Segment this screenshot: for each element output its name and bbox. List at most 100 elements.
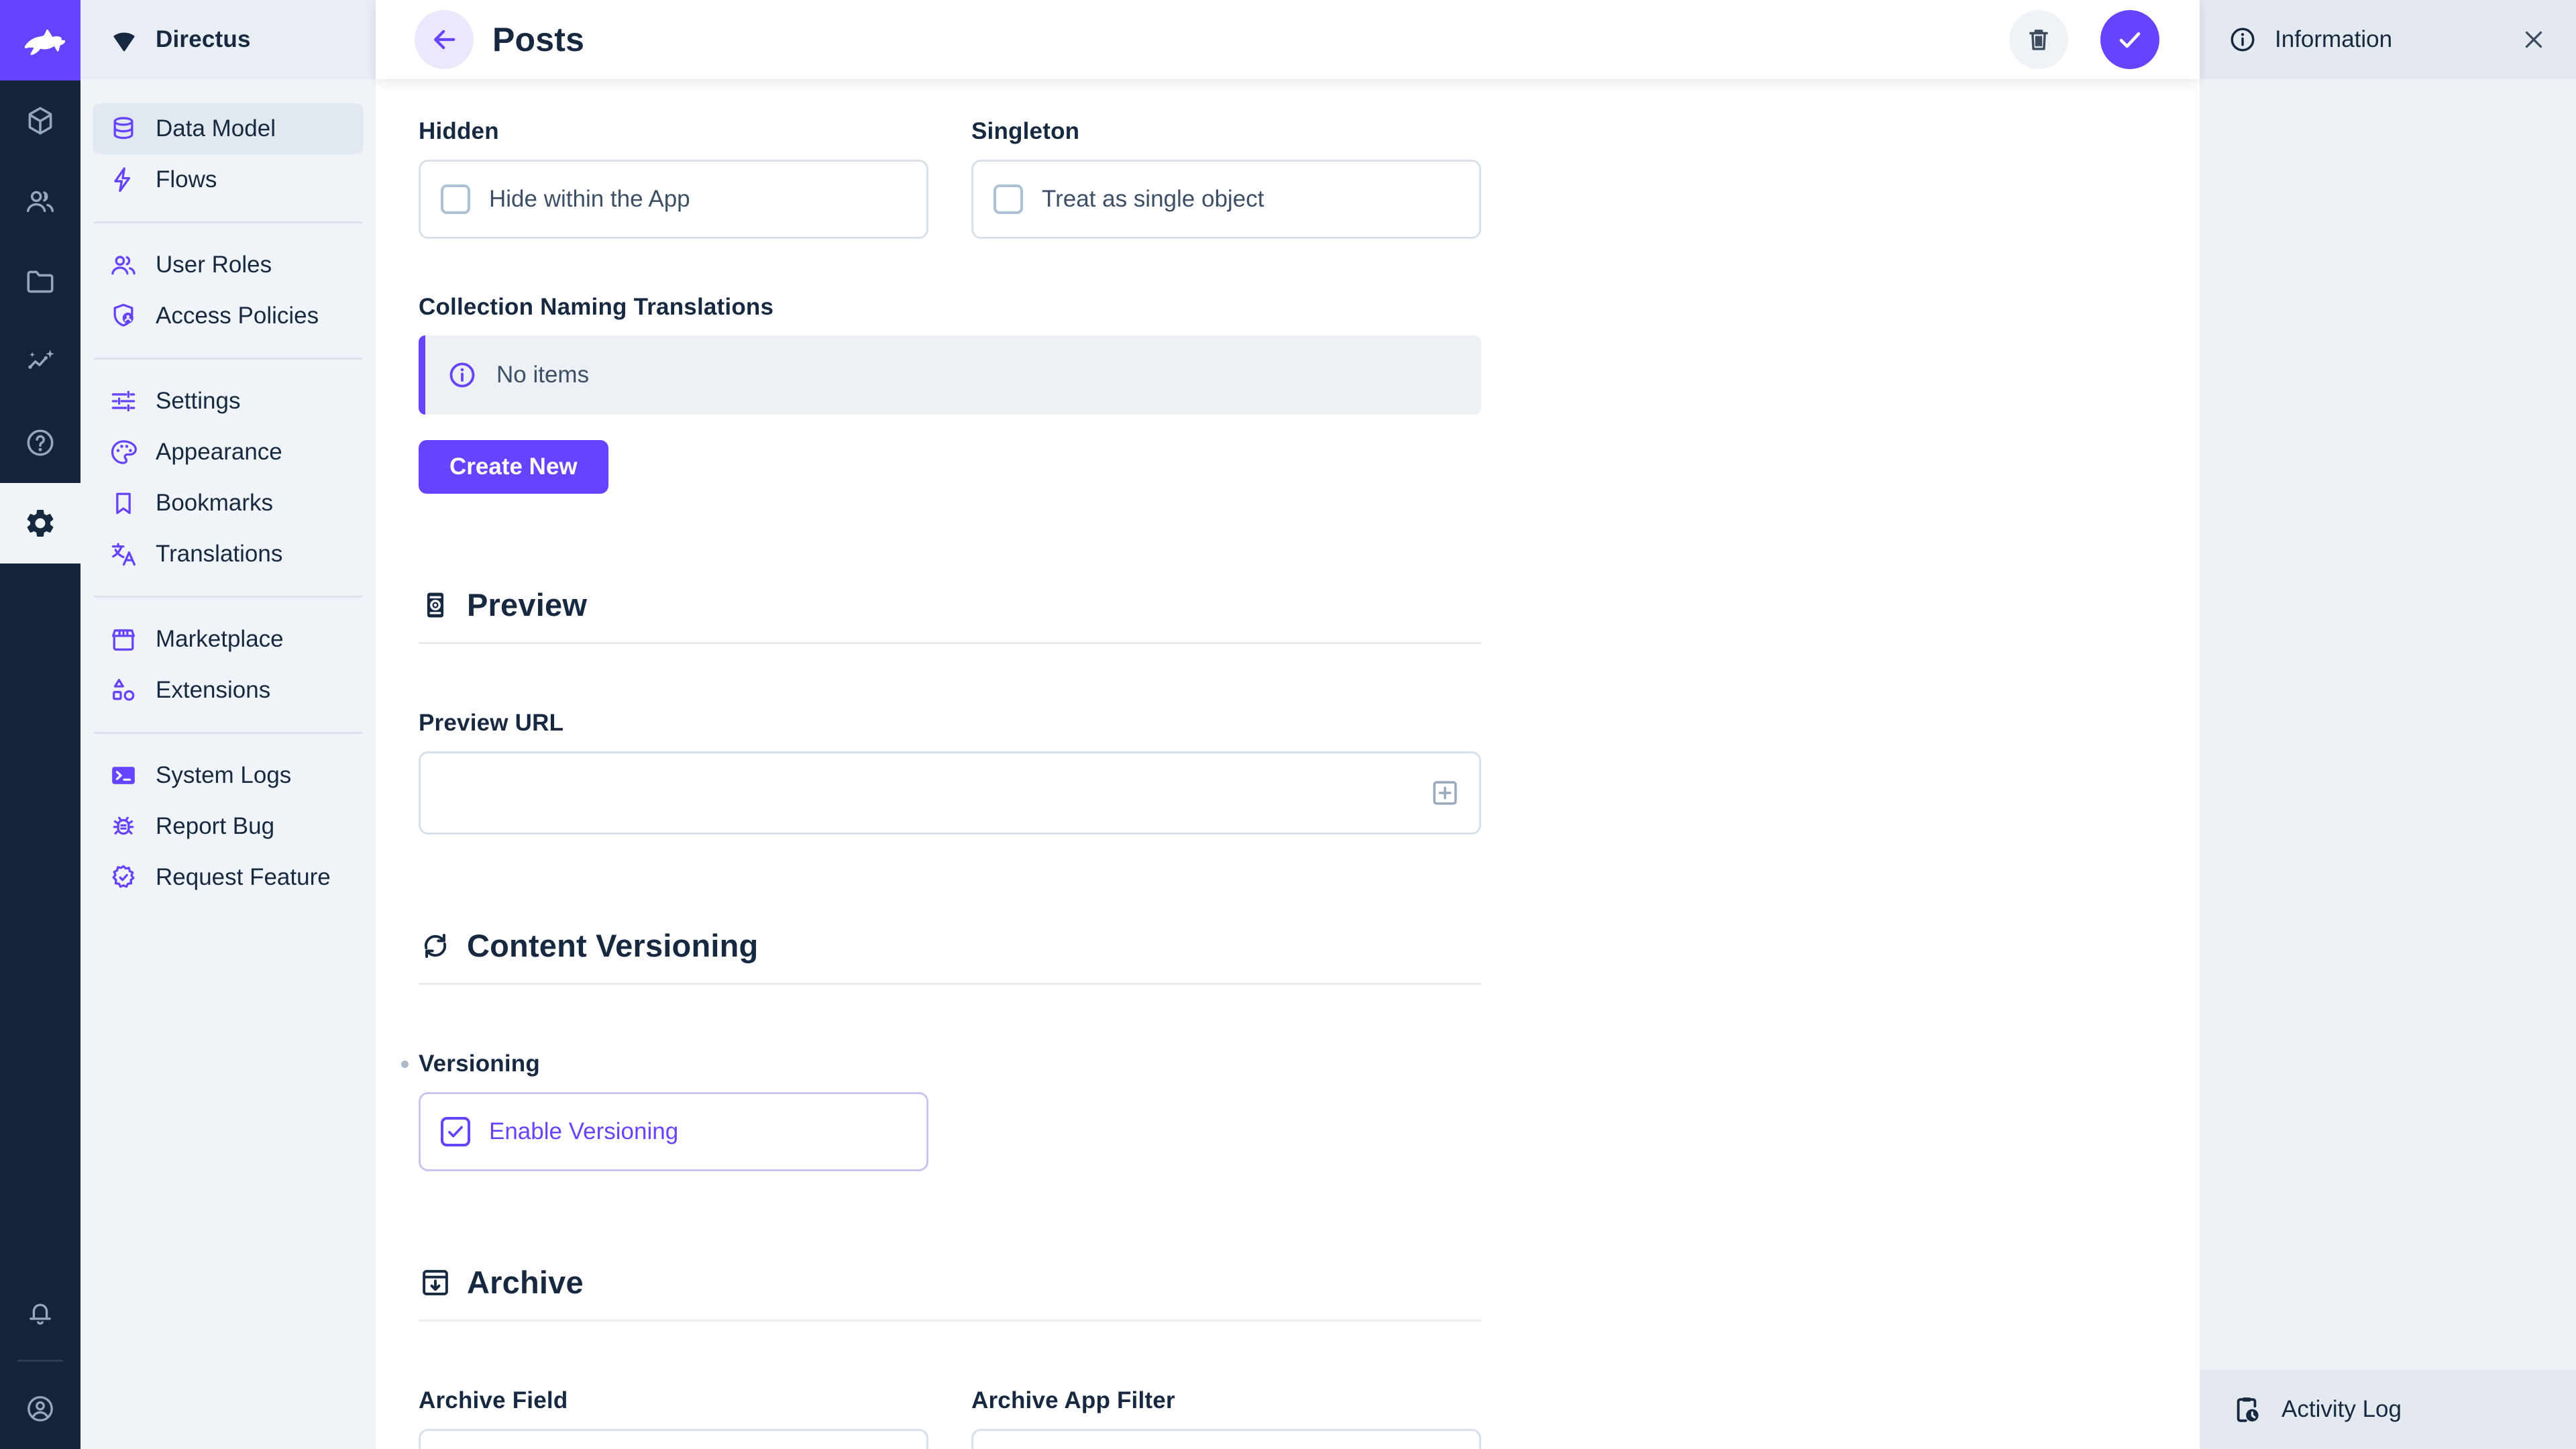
info-sidebar-body: [2200, 79, 2576, 1370]
naming-translations-field: Collection Naming Translations No items …: [419, 294, 1481, 494]
sidebar-item-flows[interactable]: Flows: [93, 154, 364, 205]
save-button[interactable]: [2100, 10, 2159, 69]
arrow-left-icon: [429, 24, 460, 55]
hidden-checkbox[interactable]: Hide within the App: [419, 160, 928, 239]
sidebar-item-label: Access Policies: [156, 303, 319, 329]
preview-section-head: Preview: [419, 586, 1481, 623]
users-icon: [23, 184, 57, 218]
sidebar-item-appearance[interactable]: Appearance: [93, 427, 364, 478]
bolt-icon: [109, 165, 138, 195]
versioning-label: Versioning: [419, 1051, 1481, 1077]
directus-logo[interactable]: [0, 0, 80, 80]
hidden-singleton-row: Hidden Hide within the App Singleton Tre…: [419, 118, 2200, 239]
checkbox-label: Enable Versioning: [489, 1118, 678, 1145]
shield-person-icon: [109, 301, 138, 331]
archive-section-head: Archive: [419, 1264, 1481, 1301]
archive-app-filter-label: Archive App Filter: [971, 1387, 1481, 1414]
info-circle-icon: [2228, 25, 2257, 54]
new-releases-icon: [109, 863, 138, 892]
info-circle-icon: [447, 360, 478, 390]
collection-settings-form: Hidden Hide within the App Singleton Tre…: [376, 79, 2200, 1449]
sidebar-item-label: Marketplace: [156, 626, 284, 653]
docs-module[interactable]: [0, 402, 80, 483]
project-bar[interactable]: Directus: [80, 0, 376, 79]
info-sidebar-header: Information: [2200, 0, 2576, 79]
section-title: Archive: [467, 1264, 584, 1301]
sidebar-item-access-policies[interactable]: Access Policies: [93, 290, 364, 341]
enable-versioning-checkbox[interactable]: Enable Versioning: [419, 1092, 928, 1171]
sidebar-item-system-logs[interactable]: System Logs: [93, 750, 364, 801]
module-spacer: [0, 564, 80, 1273]
help-icon: [23, 426, 57, 460]
preview-url-input[interactable]: [419, 751, 1481, 835]
sidebar-item-extensions[interactable]: Extensions: [93, 665, 364, 716]
hidden-label: Hidden: [419, 118, 928, 145]
tune-icon: [109, 386, 138, 416]
palette-icon: [109, 437, 138, 467]
sidebar-item-label: Extensions: [156, 677, 270, 704]
archive-field: Archive Field Choose a field...: [419, 1322, 928, 1449]
archive-row: Archive Field Choose a field... Archive …: [419, 1322, 1481, 1449]
archive-app-filter-field: Archive App Filter Enable App Archive Fi…: [971, 1322, 1481, 1449]
delete-collection-button[interactable]: [2009, 10, 2068, 69]
add-field-plus-icon[interactable]: [1428, 776, 1462, 810]
section-rule: [419, 983, 1481, 985]
sidebar-item-data-model[interactable]: Data Model: [93, 103, 364, 154]
close-sidebar-button[interactable]: [2520, 25, 2548, 54]
sidebar-item-translations[interactable]: Translations: [93, 529, 364, 580]
info-sidebar-title: Information: [2275, 26, 2502, 53]
translate-icon: [109, 539, 138, 569]
archive-icon: [419, 1266, 452, 1299]
content-module[interactable]: [0, 80, 80, 161]
notifications-button[interactable]: [0, 1273, 80, 1353]
section-rule: [419, 642, 1481, 644]
checkbox-icon: [441, 184, 470, 214]
module-list: [0, 80, 80, 564]
hidden-field: Hidden Hide within the App: [419, 118, 928, 239]
versioning-section-head: Content Versioning: [419, 927, 1481, 964]
sidebar-item-settings[interactable]: Settings: [93, 376, 364, 427]
files-module[interactable]: [0, 241, 80, 322]
account-icon: [24, 1393, 56, 1425]
project-fan-icon: [109, 24, 140, 55]
content-versioning-section: Content Versioning Versioning Enable Ver…: [419, 927, 1481, 1171]
create-new-button[interactable]: Create New: [419, 440, 608, 494]
no-items-notice: No items: [419, 335, 1481, 415]
archive-field-select[interactable]: Choose a field...: [419, 1429, 928, 1449]
sidebar-item-label: Translations: [156, 541, 282, 568]
section-title: Preview: [467, 586, 587, 623]
clipboard-clock-icon: [2231, 1393, 2263, 1426]
activity-log-label: Activity Log: [2282, 1396, 2402, 1423]
no-items-text: No items: [496, 362, 589, 388]
folder-icon: [23, 265, 57, 299]
check-icon: [2114, 24, 2145, 55]
sidebar-item-report-bug[interactable]: Report Bug: [93, 801, 364, 852]
info-sidebar: Information Activity Log: [2200, 0, 2576, 1449]
preview-icon: [419, 588, 452, 622]
account-button[interactable]: [0, 1368, 80, 1449]
sidebar-item-bookmarks[interactable]: Bookmarks: [93, 478, 364, 529]
sidebar-item-marketplace[interactable]: Marketplace: [93, 614, 364, 665]
module-bottom: [0, 1273, 80, 1449]
insights-module[interactable]: [0, 322, 80, 402]
activity-log-button[interactable]: Activity Log: [2200, 1370, 2576, 1449]
sidebar-item-request-feature[interactable]: Request Feature: [93, 852, 364, 903]
insights-icon: [23, 345, 57, 379]
sync-arrows-icon: [419, 929, 452, 963]
singleton-checkbox[interactable]: Treat as single object: [971, 160, 1481, 239]
settings-module[interactable]: [0, 483, 80, 564]
archive-field-label: Archive Field: [419, 1387, 928, 1414]
checkbox-label: Hide within the App: [489, 186, 690, 213]
settings-nav-sidebar: Directus Data Model Flows User Roles Access…: [80, 0, 376, 1449]
sidebar-item-label: Data Model: [156, 115, 276, 142]
checkbox-label: Treat as single object: [1042, 186, 1264, 213]
users-module[interactable]: [0, 161, 80, 241]
project-name: Directus: [156, 26, 251, 53]
sidebar-item-user-roles[interactable]: User Roles: [93, 239, 364, 290]
module-bar-divider: [17, 1360, 63, 1362]
back-button[interactable]: [415, 10, 474, 69]
sidebar-item-label: Report Bug: [156, 813, 274, 840]
sidebar-item-label: Appearance: [156, 439, 282, 466]
enable-app-archive-filter-checkbox[interactable]: Enable App Archive Filter: [971, 1429, 1481, 1449]
nav-divider: [94, 358, 362, 360]
